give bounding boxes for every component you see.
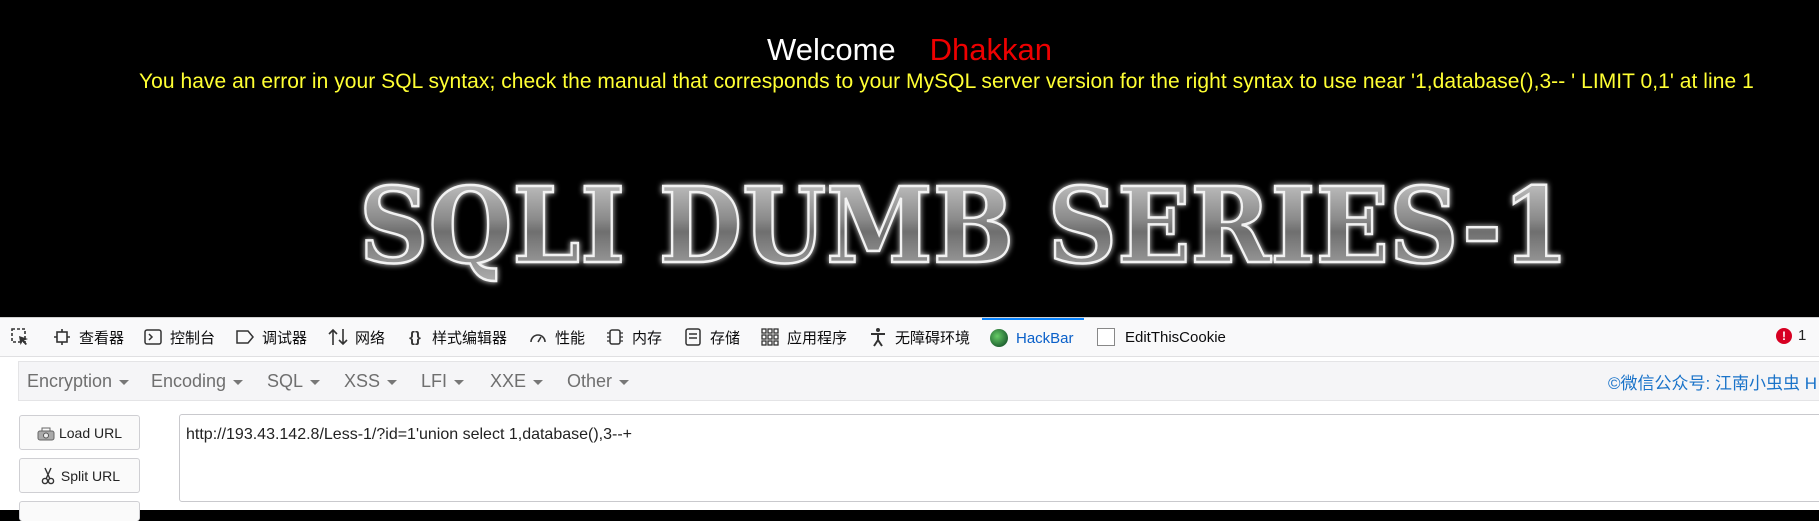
hackbar-menu-row: Encryption Encoding SQL XSS LFI XXE Othe… <box>18 361 1819 401</box>
caret-down-icon <box>119 380 130 385</box>
load-icon <box>37 425 55 441</box>
welcome-text: Welcome <box>767 32 896 67</box>
tab-editthiscookie[interactable]: EditThisCookie <box>1097 318 1226 356</box>
menu-other[interactable]: Other <box>567 362 630 400</box>
split-url-button[interactable]: Split URL <box>19 458 140 493</box>
menu-encoding[interactable]: Encoding <box>151 362 244 400</box>
application-icon <box>760 327 780 347</box>
storage-icon <box>683 327 703 347</box>
brand-link[interactable]: ©微信公众号: 江南小虫虫 H <box>1608 362 1817 400</box>
welcome-line: Welcome Dhakkan <box>0 30 1819 70</box>
tab-label: 应用程序 <box>787 329 848 347</box>
checkbox-icon <box>1097 328 1115 346</box>
user-name: Dhakkan <box>929 32 1052 67</box>
tab-label: 查看器 <box>79 329 125 347</box>
scissors-icon <box>39 467 57 484</box>
tab-label: EditThisCookie <box>1125 328 1226 346</box>
tab-label: 控制台 <box>170 329 216 347</box>
hackbar-icon <box>990 329 1008 347</box>
tab-debugger[interactable]: 调试器 <box>235 318 307 356</box>
caret-down-icon <box>454 380 465 385</box>
error-count: 1 <box>1798 327 1807 344</box>
menu-label: XXE <box>490 370 527 391</box>
tab-label: 网络 <box>355 329 386 347</box>
series-banner: SQLI DUMB SERIES-1 <box>358 170 1571 288</box>
network-icon <box>328 327 348 347</box>
caret-down-icon <box>387 380 398 385</box>
url-textarea[interactable]: http://193.43.142.8/Less-1/?id=1'union s… <box>179 414 1819 502</box>
caret-down-icon <box>310 380 321 385</box>
tab-label: 无障碍环境 <box>895 329 971 347</box>
tab-console[interactable]: 控制台 <box>143 318 215 356</box>
caret-down-icon <box>533 380 544 385</box>
menu-label: Encoding <box>151 370 227 391</box>
menu-sql[interactable]: SQL <box>267 362 321 400</box>
tab-inspector[interactable]: 查看器 <box>52 318 124 356</box>
tab-style-editor[interactable]: {} 样式编辑器 <box>405 318 507 356</box>
caret-down-icon <box>233 380 244 385</box>
tab-application[interactable]: 应用程序 <box>760 318 847 356</box>
tab-performance[interactable]: 性能 <box>528 318 585 356</box>
element-picker-icon[interactable] <box>10 327 30 347</box>
menu-label: SQL <box>267 370 304 391</box>
performance-icon <box>528 327 548 347</box>
split-url-label: Split URL <box>60 467 121 484</box>
error-icon: ! <box>1776 327 1792 344</box>
console-icon <box>143 327 163 347</box>
menu-label: XSS <box>344 370 381 391</box>
tab-label: 内存 <box>632 329 663 347</box>
tab-label: HackBar <box>1016 329 1074 347</box>
menu-label: Other <box>567 370 613 391</box>
web-page: Welcome Dhakkan You have an error in your… <box>0 0 1819 317</box>
load-url-button[interactable]: Load URL <box>19 415 140 450</box>
tab-label: 样式编辑器 <box>432 329 508 347</box>
tab-label: 存储 <box>710 329 741 347</box>
menu-xxe[interactable]: XXE <box>490 362 544 400</box>
banner-text: SQLI DUMB SERIES-1 <box>359 170 1569 287</box>
sql-error-message: You have an error in your SQL syntax; ch… <box>139 70 1754 93</box>
caret-down-icon <box>619 380 630 385</box>
menu-label: LFI <box>421 370 448 391</box>
debugger-icon <box>235 327 255 347</box>
url-value: http://193.43.142.8/Less-1/?id=1'union s… <box>186 426 633 443</box>
menu-lfi[interactable]: LFI <box>421 362 465 400</box>
accessibility-icon <box>868 327 888 347</box>
memory-icon <box>605 327 625 347</box>
tab-memory[interactable]: 内存 <box>605 318 662 356</box>
tab-label: 性能 <box>555 329 586 347</box>
load-url-label: Load URL <box>58 424 123 441</box>
devtools-panel: 查看器 控制台 调试器 网络 {} 样式编辑器 性能 内存 存储 应用程序 无障… <box>0 317 1819 521</box>
tab-accessibility[interactable]: 无障碍环境 <box>868 318 970 356</box>
tab-storage[interactable]: 存储 <box>683 318 740 356</box>
style-editor-icon: {} <box>409 328 421 346</box>
devtools-tabbar: 查看器 控制台 调试器 网络 {} 样式编辑器 性能 内存 存储 应用程序 无障… <box>0 318 1819 357</box>
menu-encryption[interactable]: Encryption <box>27 362 130 400</box>
tab-hackbar[interactable]: HackBar <box>982 318 1084 356</box>
tab-network[interactable]: 网络 <box>328 318 385 356</box>
tab-label: 调试器 <box>262 329 308 347</box>
execute-button[interactable] <box>19 501 140 521</box>
menu-label: Encryption <box>27 370 113 391</box>
error-count-badge[interactable]: ! 1 <box>1776 327 1806 344</box>
menu-xss[interactable]: XSS <box>344 362 398 400</box>
inspector-icon <box>52 327 72 347</box>
